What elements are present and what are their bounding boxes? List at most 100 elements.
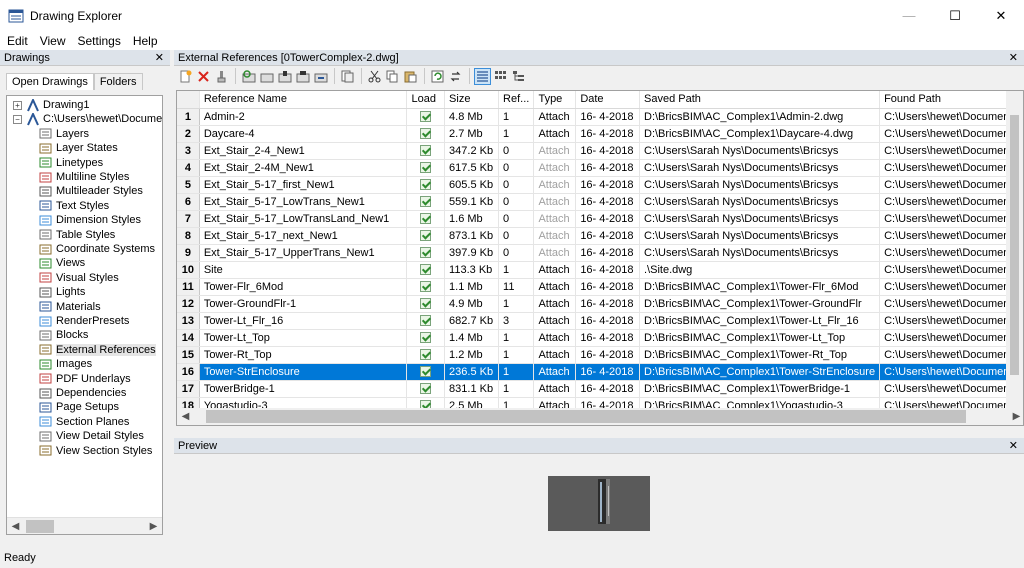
type-cell[interactable]: Attach <box>533 329 577 347</box>
type-cell[interactable]: Attach <box>533 312 577 330</box>
saved-path-cell[interactable]: C:\Users\Sarah Nys\Documents\Bricsys <box>639 227 881 245</box>
load-cell[interactable] <box>406 380 446 398</box>
column-header-load[interactable]: Load <box>406 91 446 109</box>
size-cell[interactable]: 2.7 Mb <box>444 125 500 143</box>
maximize-button[interactable]: ☐ <box>932 0 978 31</box>
grid-hscroll-thumb[interactable] <box>206 410 966 423</box>
table-row[interactable]: 13 Tower-Lt_Flr_16 682.7 Kb 3 Attach 16- 4-20… <box>177 312 1023 330</box>
load-cell[interactable] <box>406 346 446 364</box>
type-cell[interactable]: Attach <box>533 142 577 160</box>
tree-item-views[interactable]: Views <box>39 256 85 270</box>
load-cell[interactable] <box>406 295 446 313</box>
size-cell[interactable]: 4.9 Mb <box>444 295 500 313</box>
reference-name-cell[interactable]: Ext_Stair_2-4M_New1 <box>199 159 408 177</box>
found-path-cell[interactable]: C:\Users\hewet\Documents <box>879 142 1023 160</box>
table-row[interactable]: 7 Ext_Stair_5-17_LowTransLand_New1 1.6 Mb 0… <box>177 210 1023 228</box>
saved-path-cell[interactable]: D:\BricsBIM\AC_Complex1\Daycare-4.dwg <box>639 125 881 143</box>
saved-path-cell[interactable]: C:\Users\Sarah Nys\Documents\Bricsys <box>639 193 881 211</box>
references-cell[interactable]: 0 <box>498 193 535 211</box>
table-row[interactable]: 6 Ext_Stair_5-17_LowTrans_New1 559.1 Kb 0 At… <box>177 193 1023 211</box>
table-row[interactable]: 3 Ext_Stair_2-4_New1 347.2 Kb 0 Attach 16- 4-… <box>177 142 1023 160</box>
table-row[interactable]: 16 Tower-StrEnclosure 236.5 Kb 1 Attach 16- 4… <box>177 363 1023 381</box>
row-number[interactable]: 5 <box>177 176 200 194</box>
date-cell[interactable]: 16- 4-2018 <box>575 176 640 194</box>
type-cell[interactable]: Attach <box>533 261 577 279</box>
references-cell[interactable]: 0 <box>498 227 535 245</box>
type-cell[interactable]: Attach <box>533 210 577 228</box>
grid-horizontal-scrollbar[interactable]: ◀ ▶ <box>177 408 1023 425</box>
references-cell[interactable]: 1 <box>498 295 535 313</box>
saved-path-cell[interactable]: C:\Users\Sarah Nys\Documents\Bricsys <box>639 142 881 160</box>
reference-name-cell[interactable]: Tower-Lt_Top <box>199 329 408 347</box>
table-row[interactable]: 1 Admin-2 4.8 Mb 1 Attach 16- 4-2018 D:\BricsB… <box>177 108 1023 126</box>
load-cell[interactable] <box>406 244 446 262</box>
table-row[interactable]: 10 Site 113.3 Kb 1 Attach 16- 4-2018 .\Site.dw… <box>177 261 1023 279</box>
reference-name-cell[interactable]: Ext_Stair_5-17_LowTransLand_New1 <box>199 210 408 228</box>
size-cell[interactable]: 617.5 Kb <box>444 159 500 177</box>
tree-item-page-setups[interactable]: Page Setups <box>39 400 119 414</box>
reference-name-cell[interactable]: Ext_Stair_5-17_LowTrans_New1 <box>199 193 408 211</box>
tree-item-visual-styles[interactable]: Visual Styles <box>39 271 119 285</box>
column-header-date[interactable]: Date <box>575 91 640 109</box>
load-checkbox[interactable] <box>420 264 432 276</box>
expand-icon[interactable]: + <box>13 100 22 110</box>
reference-name-cell[interactable]: TowerBridge-1 <box>199 380 408 398</box>
load-checkbox[interactable] <box>420 213 432 225</box>
tree-item-drawing1[interactable]: + Drawing1 <box>13 98 89 112</box>
date-cell[interactable]: 16- 4-2018 <box>575 329 640 347</box>
reference-name-cell[interactable]: Site <box>199 261 408 279</box>
load-cell[interactable] <box>406 329 446 347</box>
found-path-cell[interactable]: C:\Users\hewet\Documents <box>879 210 1023 228</box>
tab-open-drawings[interactable]: Open Drawings <box>6 73 94 90</box>
found-path-cell[interactable]: C:\Users\hewet\Documents <box>879 227 1023 245</box>
tree-item-section-planes[interactable]: Section Planes <box>39 415 129 429</box>
column-header-size[interactable]: Size <box>444 91 500 109</box>
collapse-icon[interactable]: − <box>13 114 22 124</box>
type-cell[interactable]: Attach <box>533 193 577 211</box>
row-number[interactable]: 3 <box>177 142 200 160</box>
type-cell[interactable]: Attach <box>533 244 577 262</box>
date-cell[interactable]: 16- 4-2018 <box>575 125 640 143</box>
tree-item-pdf-underlays[interactable]: PDF Underlays <box>39 372 131 386</box>
load-checkbox[interactable] <box>420 281 432 293</box>
scroll-left-arrow-icon[interactable]: ◀ <box>177 411 194 422</box>
load-cell[interactable] <box>406 261 446 279</box>
tree-item-images[interactable]: Images <box>39 357 92 371</box>
size-cell[interactable]: 397.9 Kb <box>444 244 500 262</box>
date-cell[interactable]: 16- 4-2018 <box>575 210 640 228</box>
date-cell[interactable]: 16- 4-2018 <box>575 312 640 330</box>
load-checkbox[interactable] <box>420 349 432 361</box>
saved-path-cell[interactable]: .\Site.dwg <box>639 261 881 279</box>
load-checkbox[interactable] <box>420 162 432 174</box>
date-cell[interactable]: 16- 4-2018 <box>575 346 640 364</box>
drawings-tree[interactable]: View Section Styles View Detail Styles Sec… <box>6 95 163 535</box>
unload-icon[interactable] <box>258 68 275 85</box>
found-path-cell[interactable]: C:\Users\hewet\Documents <box>879 295 1023 313</box>
icons-view-icon[interactable] <box>492 68 509 85</box>
external-references-close-button[interactable]: ✕ <box>1009 51 1018 64</box>
found-path-cell[interactable]: C:\Users\hewet\Documents <box>879 108 1023 126</box>
load-cell[interactable] <box>406 142 446 160</box>
scroll-left-arrow-icon[interactable]: ◀ <box>7 521 24 532</box>
sync-icon[interactable] <box>447 68 464 85</box>
type-cell[interactable]: Attach <box>533 159 577 177</box>
type-cell[interactable]: Attach <box>533 363 577 381</box>
tree-item-table-styles[interactable]: Table Styles <box>39 228 115 242</box>
size-cell[interactable]: 1.4 Mb <box>444 329 500 347</box>
column-header-saved-path[interactable]: Saved Path <box>639 91 881 109</box>
table-row[interactable]: 5 Ext_Stair_5-17_first_New1 605.5 Kb 0 Attac… <box>177 176 1023 194</box>
found-path-cell[interactable]: C:\Users\hewet\Documents <box>879 278 1023 296</box>
load-checkbox[interactable] <box>420 128 432 140</box>
detach-icon[interactable] <box>294 68 311 85</box>
row-number[interactable]: 7 <box>177 210 200 228</box>
table-row[interactable]: 17 TowerBridge-1 831.1 Kb 1 Attach 16- 4-2018… <box>177 380 1023 398</box>
date-cell[interactable]: 16- 4-2018 <box>575 278 640 296</box>
found-path-cell[interactable]: C:\Users\hewet\Documents <box>879 312 1023 330</box>
saved-path-cell[interactable]: D:\BricsBIM\AC_Complex1\Tower-StrEnclosu… <box>639 363 881 381</box>
purge-icon[interactable] <box>213 68 230 85</box>
saved-path-cell[interactable]: C:\Users\Sarah Nys\Documents\Bricsys <box>639 244 881 262</box>
size-cell[interactable]: 1.2 Mb <box>444 346 500 364</box>
new-icon[interactable] <box>177 68 194 85</box>
tree-view-icon[interactable] <box>510 68 527 85</box>
minimize-button[interactable]: — <box>886 0 932 31</box>
